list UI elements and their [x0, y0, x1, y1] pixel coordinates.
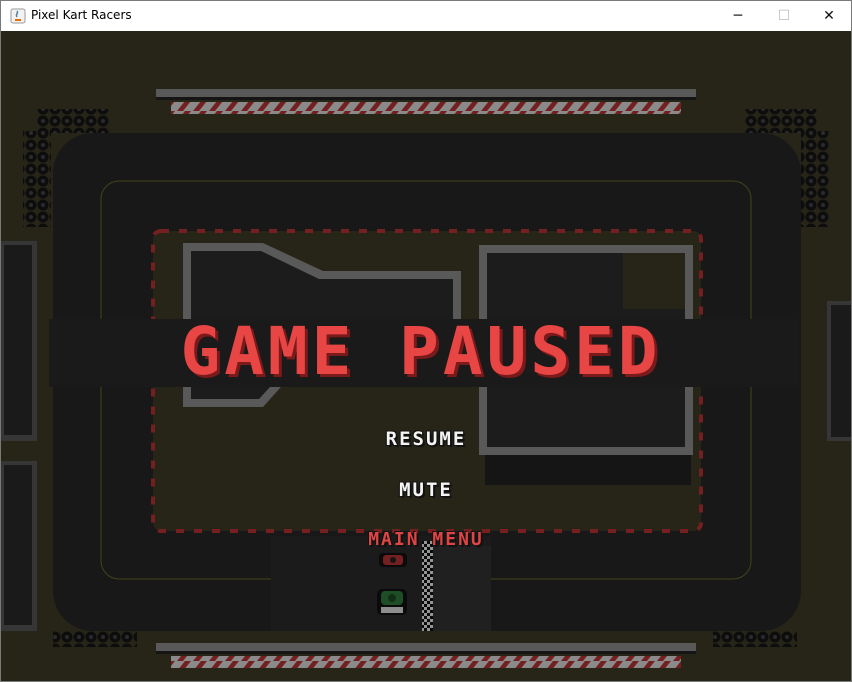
pause-title-front: GAME PAUSED: [180, 313, 661, 390]
resume-button[interactable]: RESUME: [1, 428, 851, 450]
maximize-button[interactable]: ☐: [761, 1, 807, 31]
mute-button[interactable]: MUTE: [1, 479, 851, 501]
window-title: Pixel Kart Racers: [31, 8, 132, 22]
minimize-button[interactable]: ─: [715, 1, 761, 31]
game-canvas[interactable]: GAME PAUSED GAME PAUSED RESUME MUTE MAIN…: [1, 31, 851, 681]
main-menu-button[interactable]: MAIN MENU: [1, 529, 851, 550]
title-bar[interactable]: Pixel Kart Racers ─ ☐ ✕: [1, 1, 851, 31]
race-track-scene: GAME PAUSED GAME PAUSED: [1, 31, 851, 681]
close-button[interactable]: ✕: [806, 1, 852, 31]
game-window: Pixel Kart Racers ─ ☐ ✕ GAME PAUSED GAME…: [0, 0, 852, 682]
java-app-icon: [10, 8, 26, 24]
